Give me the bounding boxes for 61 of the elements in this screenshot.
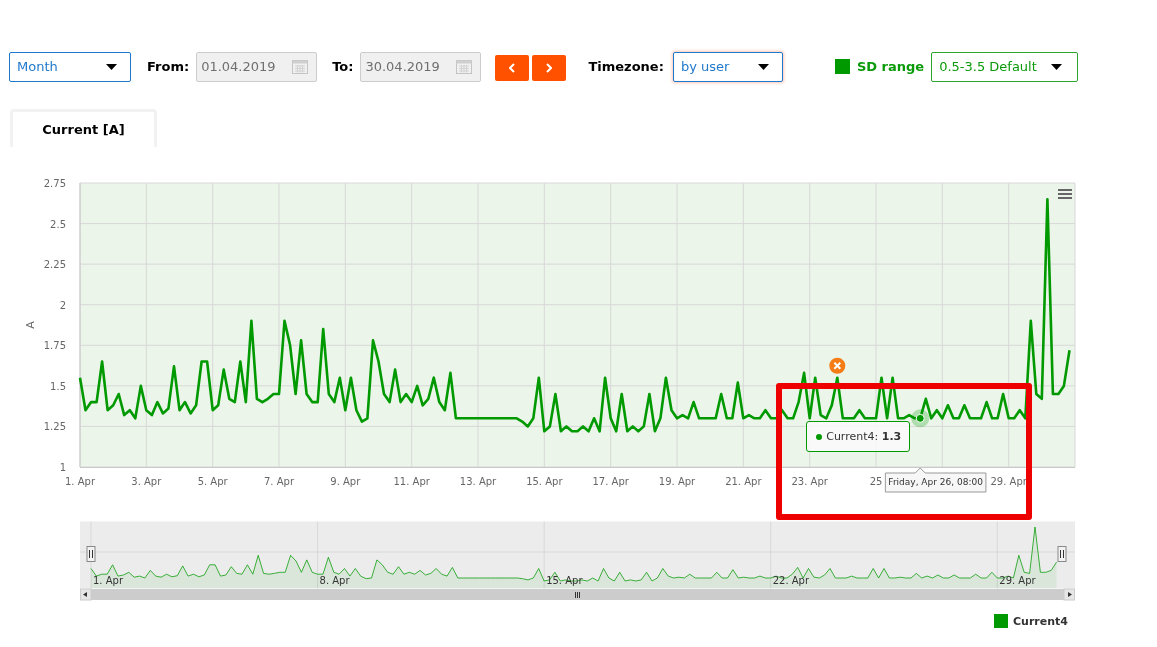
scroll-right-button[interactable] xyxy=(1063,588,1075,601)
chevron-left-icon xyxy=(509,62,516,73)
x-axis-label: 13. Apr xyxy=(459,476,497,487)
point-marker-icon xyxy=(911,409,930,428)
navigator-date-label: 15. Apr xyxy=(546,575,583,586)
x-axis-label: 9. Apr xyxy=(330,476,361,487)
x-axis-label: 1. Apr xyxy=(65,476,95,487)
crosshair-date-label: Friday, Apr 26, 08:00 xyxy=(884,467,987,493)
navigator-handle[interactable] xyxy=(86,546,96,562)
x-axis-label: 7. Apr xyxy=(264,476,294,487)
y-axis-label: 2.75 xyxy=(43,178,66,189)
previous-button[interactable] xyxy=(495,54,530,81)
cross-marker-icon xyxy=(829,357,846,374)
y-axis-label: 2 xyxy=(59,299,66,311)
menu-icon[interactable] xyxy=(1058,189,1072,199)
next-button[interactable] xyxy=(532,54,567,81)
x-axis-label: 21. Apr xyxy=(725,476,762,487)
from-label: From: xyxy=(147,59,190,74)
y-axis-label: 1.75 xyxy=(43,340,66,352)
to-label: To: xyxy=(332,59,354,74)
navigator-date-label: 29. Apr xyxy=(999,575,1036,586)
chevron-right-icon xyxy=(546,62,553,73)
caret-down-icon xyxy=(1051,63,1063,70)
timezone-label: Timezone: xyxy=(588,59,664,74)
caret-down-icon xyxy=(106,63,117,70)
y-axis-title: A xyxy=(24,321,37,329)
x-axis-label: 23. Apr xyxy=(791,476,828,487)
sd-range-label: SD range xyxy=(856,59,925,74)
y-axis-label: 2.5 xyxy=(50,218,66,230)
grip-icon xyxy=(575,591,580,599)
calendar-icon xyxy=(456,59,473,74)
timezone-dropdown[interactable]: by user xyxy=(672,51,783,82)
caret-down-icon xyxy=(757,63,769,70)
y-axis-label: 1 xyxy=(59,462,66,473)
x-axis-label: 17. Apr xyxy=(592,476,629,487)
scrollbar-thumb[interactable] xyxy=(91,589,1064,600)
calendar-icon xyxy=(292,59,309,74)
navigator-handle[interactable] xyxy=(1057,546,1067,562)
caret-left-icon xyxy=(83,592,87,597)
sd-range-swatch-icon xyxy=(834,59,850,74)
y-axis-label: 1.5 xyxy=(50,380,66,392)
x-axis-label: 19. Apr xyxy=(658,476,696,487)
chart-tab[interactable]: Current [A] xyxy=(10,109,157,147)
period-dropdown[interactable]: Month xyxy=(9,51,131,82)
x-axis-label: 15. Apr xyxy=(526,476,563,487)
y-axis-label: 1.25 xyxy=(43,421,66,433)
x-axis-label: 3. Apr xyxy=(131,476,162,487)
x-axis-label: 5. Apr xyxy=(197,476,228,487)
y-axis-label: 2.25 xyxy=(43,259,66,271)
navigator-date-label: 8. Apr xyxy=(319,575,350,586)
series-dot-icon xyxy=(816,433,823,440)
navigator-date-label: 1. Apr xyxy=(93,575,124,586)
tooltip-text: Current4: 1.3 xyxy=(826,430,902,444)
legend-label[interactable]: Current4 xyxy=(1013,614,1068,628)
navigator-date-label: 22. Apr xyxy=(772,575,810,586)
caret-right-icon xyxy=(1068,592,1072,597)
x-axis-label: 11. Apr xyxy=(393,476,430,487)
scroll-left-button[interactable] xyxy=(80,588,92,601)
sd-range-dropdown[interactable]: 0.5-3.5 Default xyxy=(931,51,1079,82)
x-axis-label: 25 xyxy=(869,476,883,487)
x-axis-label: 29. Apr xyxy=(990,476,1027,487)
